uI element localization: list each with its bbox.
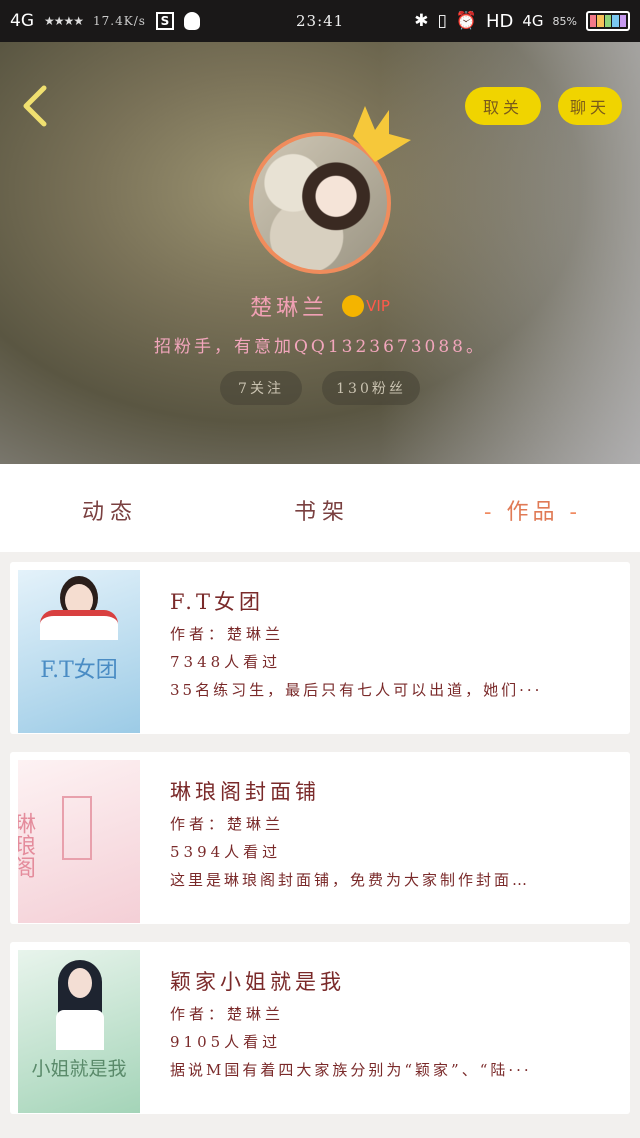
back-button[interactable]: [18, 84, 52, 128]
alarm-icon: ⏰: [455, 11, 477, 31]
qq-icon: [183, 12, 200, 30]
list-item[interactable]: 小姐就是我 颖家小姐就是我 作者：楚琳兰 9105人看过 据说M国有着四大家族分…: [10, 942, 630, 1114]
status-right: ✱ ▯ ⏰ HD 4G 85%: [414, 0, 630, 42]
vip-crown-icon: [342, 295, 365, 317]
app-root: 4G ★★★★ 17.4K/s S 23:41 ✱ ▯ ⏰ HD 4G 85% …: [0, 0, 640, 1138]
book-title: F.T女团: [170, 590, 264, 614]
network-speed: 17.4K/s: [93, 14, 146, 28]
username-row: 楚琳兰 VIP: [0, 288, 640, 324]
book-info: F.T女团 作者：楚琳兰 7348人看过 35名练习生，最后只有七人可以出道，她…: [170, 586, 610, 704]
network-indicator: 4G: [10, 11, 34, 31]
tab-bar: 动态 书架 - 作品 -: [0, 464, 640, 552]
book-author: 作者：楚琳兰: [170, 1005, 285, 1023]
cover-title: 小姐就是我: [31, 1058, 127, 1080]
vip-badge: VIP: [342, 295, 390, 317]
stats-row: 7关注 130粉丝: [0, 371, 640, 405]
username: 楚琳兰: [250, 296, 329, 321]
bluetooth-icon: ✱: [414, 11, 429, 31]
status-left: 4G ★★★★ 17.4K/s S: [10, 11, 250, 31]
list-item[interactable]: 琳琅阁 琳琅阁封面铺 作者：楚琳兰 5394人看过 这里是琳琅阁封面铺，免费为大…: [10, 752, 630, 924]
book-description: 35名练习生，最后只有七人可以出道，她们···: [170, 681, 543, 699]
profile-header: 取关 聊天 楚琳兰 VIP 招粉手，有意加QQ1323673088。 7关注 1…: [0, 42, 640, 464]
book-info: 琳琅阁封面铺 作者：楚琳兰 5394人看过 这里是琳琅阁封面铺，免费为大家制作封…: [170, 776, 610, 894]
battery-icon: [586, 11, 630, 31]
book-cover: F.T女团: [18, 570, 140, 733]
book-author: 作者：楚琳兰: [170, 625, 285, 643]
battery-percent: 85%: [552, 14, 577, 28]
tab-works-label: 作品: [506, 500, 559, 525]
hd-indicator: HD: [485, 10, 514, 32]
fans-count[interactable]: 130粉丝: [322, 371, 420, 405]
unfollow-button[interactable]: 取关: [465, 87, 541, 125]
clock: 23:41: [296, 12, 345, 30]
works-list: F.T女团 F.T女团 作者：楚琳兰 7348人看过 35名练习生，最后只有七人…: [0, 552, 640, 1138]
cover-title: 琳琅阁: [18, 812, 35, 878]
vibrate-icon: ▯: [437, 11, 447, 31]
book-description: 据说M国有着四大家族分别为“颖家”、“陆···: [170, 1061, 532, 1079]
status-bar: 4G ★★★★ 17.4K/s S 23:41 ✱ ▯ ⏰ HD 4G 85%: [0, 0, 640, 42]
following-count[interactable]: 7关注: [220, 371, 302, 405]
book-views: 7348人看过: [170, 653, 282, 671]
app-s-icon: S: [155, 12, 174, 30]
tab-dynamics[interactable]: 动态: [82, 494, 138, 526]
tab-works[interactable]: - 作品 -: [484, 494, 581, 526]
stars-icon: ★★★★: [44, 14, 84, 28]
tab-active-marker-right: -: [569, 500, 581, 525]
avatar-container: [249, 106, 411, 274]
cover-title: F.T女团: [40, 658, 118, 683]
vip-label: VIP: [366, 297, 390, 315]
chat-button[interactable]: 聊天: [558, 87, 622, 125]
book-description: 这里是琳琅阁封面铺，免费为大家制作封面…: [170, 871, 531, 889]
book-info: 颖家小姐就是我 作者：楚琳兰 9105人看过 据说M国有着四大家族分别为“颖家”…: [170, 966, 610, 1084]
book-views: 9105人看过: [170, 1033, 282, 1051]
list-item[interactable]: F.T女团 F.T女团 作者：楚琳兰 7348人看过 35名练习生，最后只有七人…: [10, 562, 630, 734]
signal-indicator: 4G: [522, 12, 544, 30]
book-cover: 小姐就是我: [18, 950, 140, 1113]
crown-icon: [353, 106, 411, 162]
book-title: 颖家小姐就是我: [170, 970, 345, 994]
book-views: 5394人看过: [170, 843, 282, 861]
tab-bookshelf[interactable]: 书架: [294, 494, 350, 526]
tab-active-marker-left: -: [484, 500, 496, 525]
book-author: 作者：楚琳兰: [170, 815, 285, 833]
signature: 招粉手，有意加QQ1323673088。: [153, 337, 487, 357]
chevron-left-icon: [23, 85, 47, 127]
book-cover: 琳琅阁: [18, 760, 140, 923]
book-title: 琳琅阁封面铺: [170, 780, 320, 804]
